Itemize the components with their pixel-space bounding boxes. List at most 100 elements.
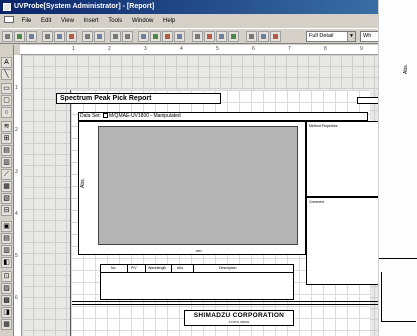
- spectrum-tool-icon[interactable]: ≋: [1, 121, 12, 132]
- main-toolbar: Full Detail ▼ Wh: [0, 28, 380, 44]
- ruler-h-4: 4: [180, 46, 183, 52]
- header-tool-icon[interactable]: ▤: [1, 233, 12, 244]
- zoom-select[interactable]: Full Detail ▼: [306, 31, 356, 42]
- new-icon[interactable]: [2, 31, 13, 42]
- ruler-h-1: 1: [72, 46, 75, 52]
- menu-view[interactable]: View: [57, 15, 78, 27]
- sheet-axis-label: Abs.: [403, 63, 409, 74]
- report-title: Spectrum Peak Pick Report: [60, 95, 152, 102]
- text-tool-icon[interactable]: A: [1, 57, 12, 68]
- print-icon[interactable]: [82, 31, 93, 42]
- document-icon[interactable]: [4, 16, 14, 23]
- col-divider: [193, 265, 194, 273]
- print-preview-icon[interactable]: [94, 31, 105, 42]
- front-icon[interactable]: [216, 31, 227, 42]
- method-panel-label: Method Properties: [309, 124, 338, 128]
- save-icon[interactable]: [26, 31, 37, 42]
- company-name: SHIMADZU CORPORATION: [193, 312, 285, 319]
- date-tool-icon[interactable]: ⊡: [1, 271, 12, 282]
- app-window: UVProbe[System Administrator] - [Report]…: [0, 0, 380, 336]
- data-set-value: M/QMAE-UV1800 - Manipulated: [109, 113, 181, 119]
- company-footer[interactable]: SHIMADZU CORPORATION KYOTO JAPAN: [184, 310, 294, 326]
- view-select[interactable]: Wh: [360, 31, 380, 42]
- col-no: No.: [111, 266, 117, 270]
- ruler-v-2: 2: [15, 127, 18, 133]
- method-properties-panel[interactable]: Method Properties: [306, 121, 380, 197]
- sheet-rule: [379, 258, 417, 259]
- menu-file[interactable]: File: [18, 15, 36, 27]
- ruler-h-5: 5: [216, 46, 219, 52]
- col-pv: P/V: [131, 266, 137, 270]
- spectrum-plot-area[interactable]: [98, 126, 298, 245]
- menu-edit[interactable]: Edit: [37, 15, 55, 27]
- data-tool-icon[interactable]: ⊟: [1, 205, 12, 216]
- ruler-h-3: 3: [144, 46, 147, 52]
- view-select-value: Wh: [363, 33, 372, 39]
- menu-window[interactable]: Window: [128, 15, 157, 27]
- chart-tool-icon[interactable]: ▧: [1, 193, 12, 204]
- image-tool-icon[interactable]: ◧: [1, 257, 12, 268]
- sheet-frame: [381, 272, 416, 322]
- ruler-h-9: 9: [360, 46, 363, 52]
- menu-bar: File Edit View Insert Tools Window Help: [0, 15, 380, 27]
- align-icon[interactable]: [138, 31, 149, 42]
- rectangle-tool-icon[interactable]: ▭: [1, 83, 12, 94]
- photometric-tool-icon[interactable]: ▥: [1, 157, 12, 168]
- peak-table[interactable]: No. P/V Wavelength Abs. Description: [100, 264, 294, 300]
- copy-icon[interactable]: [54, 31, 65, 42]
- sample-tool-icon[interactable]: ◨: [1, 307, 12, 318]
- quant-tool-icon[interactable]: ▦: [1, 181, 12, 192]
- title-bar[interactable]: UVProbe[System Administrator] - [Report]: [0, 0, 380, 14]
- report-title-box[interactable]: Spectrum Peak Pick Report: [56, 93, 221, 104]
- rounded-rect-tool-icon[interactable]: ▢: [1, 95, 12, 106]
- open-icon[interactable]: [14, 31, 25, 42]
- zoom-in-icon[interactable]: [258, 31, 269, 42]
- footer-tool-icon[interactable]: ▥: [1, 245, 12, 256]
- page-tool-icon[interactable]: ▨: [1, 283, 12, 294]
- ruler-h-6: 6: [252, 46, 255, 52]
- col-abs: Abs.: [177, 266, 185, 270]
- undo-icon[interactable]: [110, 31, 121, 42]
- line-tool-icon[interactable]: ╲: [1, 69, 12, 80]
- cut-icon[interactable]: [42, 31, 53, 42]
- ruler-v-3: 3: [15, 169, 18, 175]
- area-tool-icon[interactable]: ▤: [1, 145, 12, 156]
- group-icon[interactable]: [192, 31, 203, 42]
- paste-icon[interactable]: [66, 31, 77, 42]
- ellipse-tool-icon[interactable]: ○: [1, 107, 12, 118]
- graph-icon[interactable]: [150, 31, 161, 42]
- chevron-down-icon[interactable]: ▼: [347, 32, 355, 41]
- data-set-label: Data Set:: [80, 113, 101, 119]
- kinetics-tool-icon[interactable]: ⟋: [1, 169, 12, 180]
- x-axis-label: nm: [196, 248, 202, 253]
- data-set-row[interactable]: Data Set: M/QMAE-UV1800 - Manipulated: [78, 112, 368, 121]
- y-axis-label: Abs.: [80, 177, 87, 189]
- header-info-cells[interactable]: [357, 97, 380, 104]
- table-icon[interactable]: [162, 31, 173, 42]
- ruler-h-8: 8: [324, 46, 327, 52]
- peak-tool-icon[interactable]: ⊞: [1, 133, 12, 144]
- menu-tools[interactable]: Tools: [104, 15, 126, 27]
- col-wavelength: Wavelength: [148, 266, 167, 270]
- data-set-value-wrap: M/QMAE-UV1800 - Manipulated: [103, 113, 181, 120]
- text-icon[interactable]: [174, 31, 185, 42]
- col-divider: [145, 265, 146, 273]
- redo-icon[interactable]: [122, 31, 133, 42]
- menu-insert[interactable]: Insert: [80, 15, 103, 27]
- comment-panel[interactable]: Comment: [306, 197, 380, 285]
- method-tool-icon[interactable]: ▣: [1, 221, 12, 232]
- zoom-out-icon[interactable]: [270, 31, 281, 42]
- ungroup-icon[interactable]: [204, 31, 215, 42]
- property-tool-icon[interactable]: ▩: [1, 295, 12, 306]
- zoom-select-value: Full Detail: [309, 33, 334, 39]
- back-icon[interactable]: [228, 31, 239, 42]
- vertical-ruler: 1 2 3 4 5 6: [14, 55, 22, 336]
- menu-help[interactable]: Help: [159, 15, 179, 27]
- cell-tool-icon[interactable]: ▦: [1, 319, 12, 330]
- ruler-v-1: 1: [15, 85, 18, 91]
- grid-icon[interactable]: [246, 31, 257, 42]
- col-divider: [127, 265, 128, 273]
- ruler-h-2: 2: [108, 46, 111, 52]
- ruler-v-5: 5: [15, 253, 18, 259]
- ruler-h-7: 7: [288, 46, 291, 52]
